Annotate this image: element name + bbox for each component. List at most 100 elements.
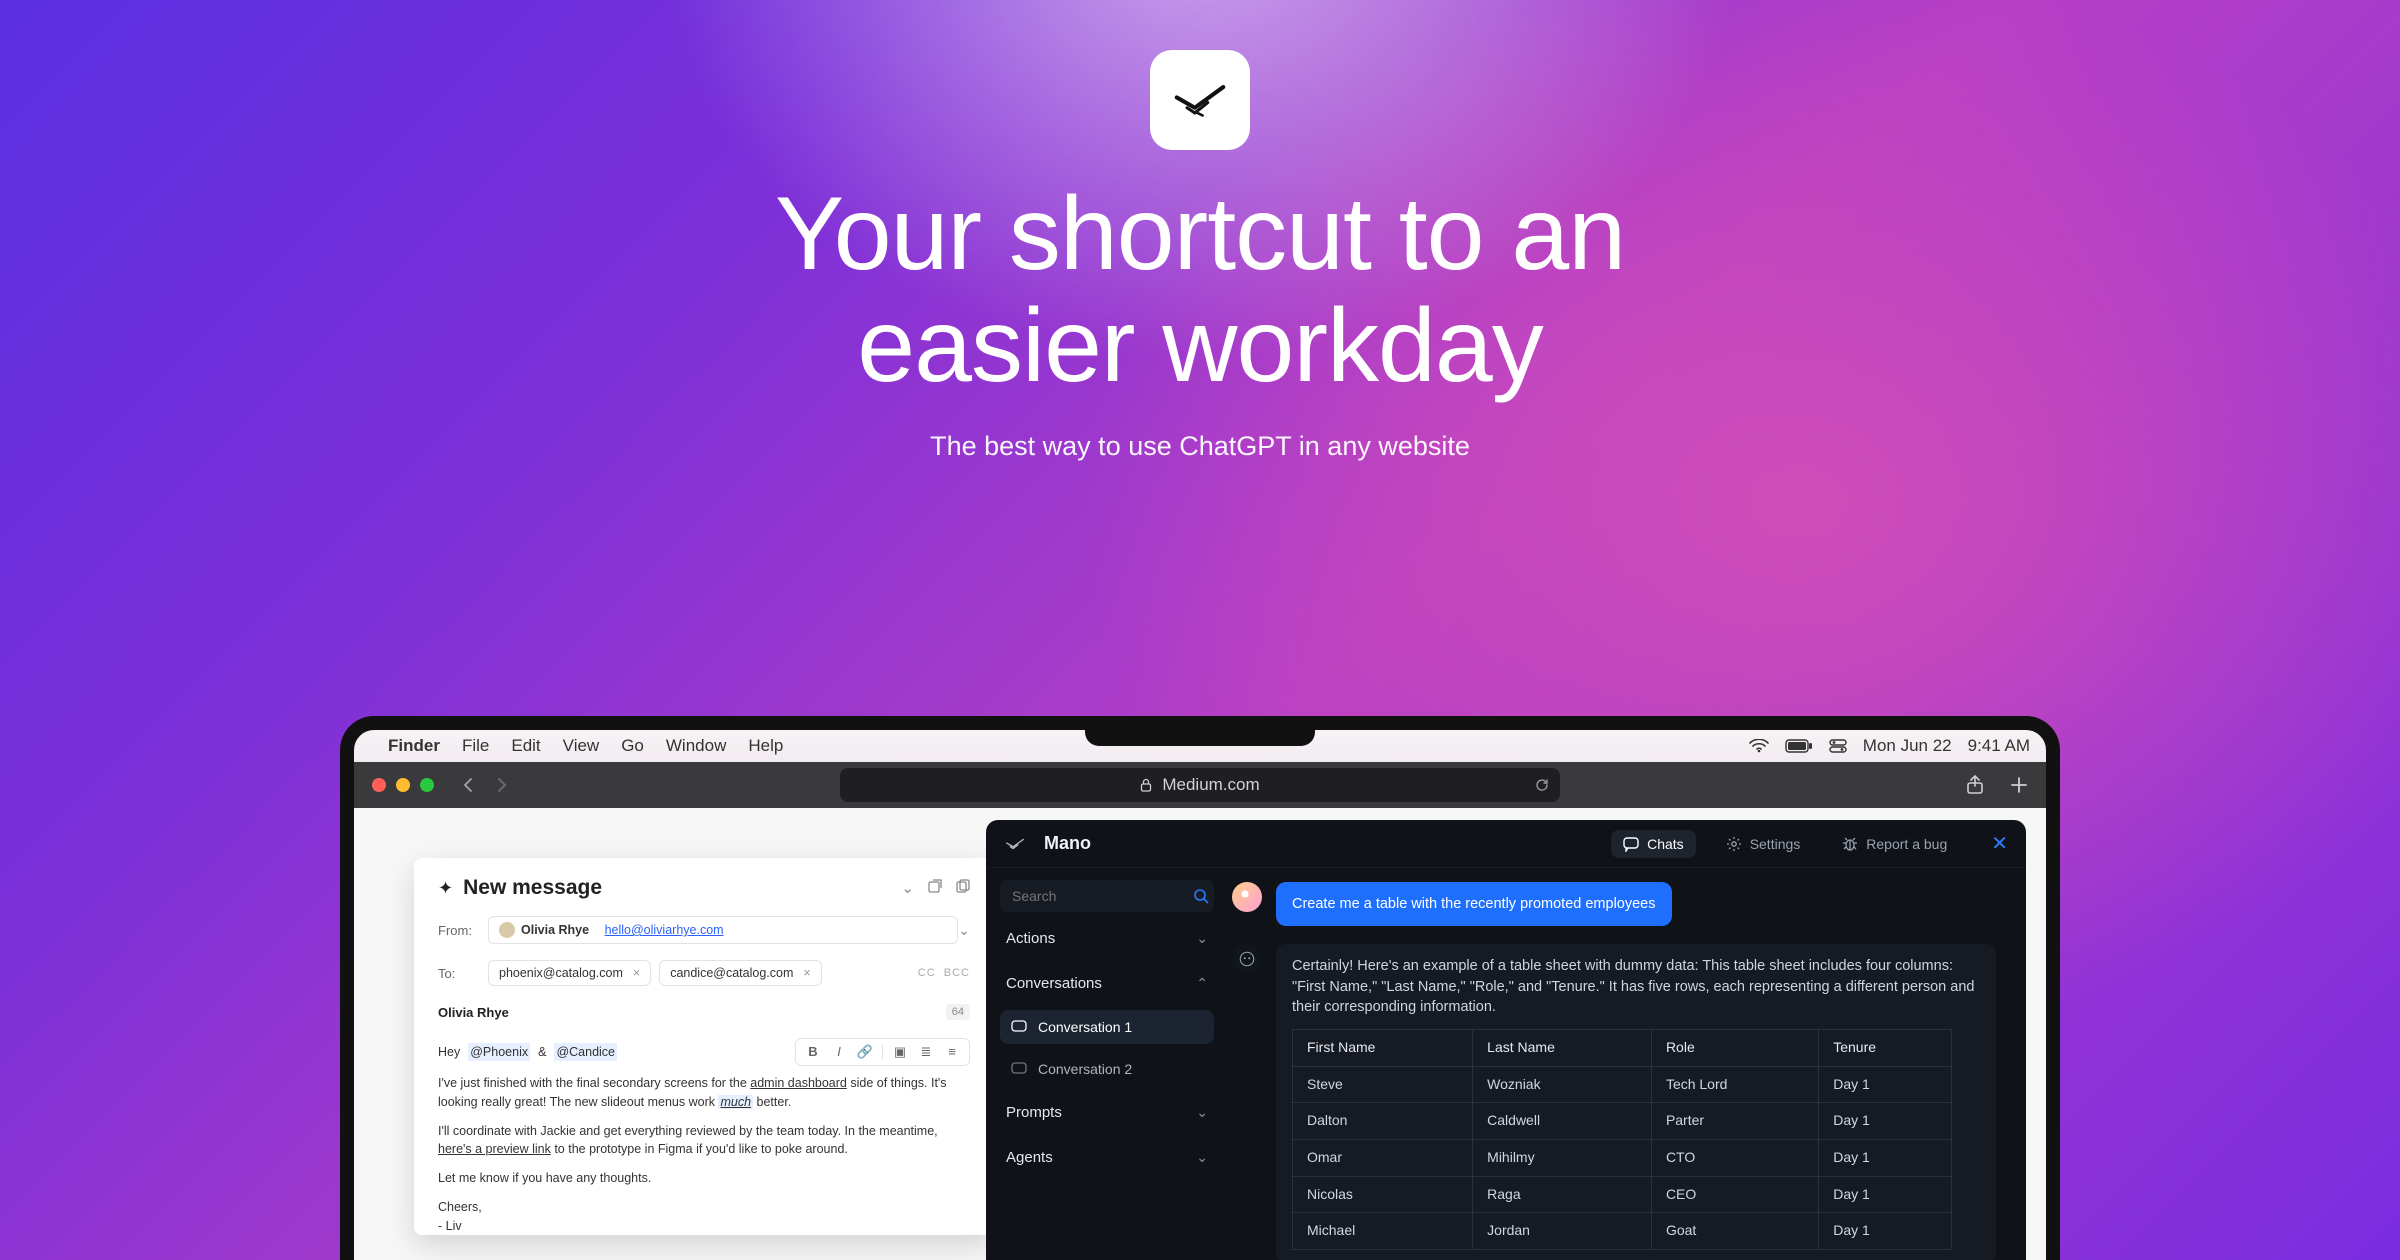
table-row: MichaelJordanGoatDay 1 [1293, 1213, 1952, 1250]
message-bubble: Create me a table with the recently prom… [1276, 882, 1672, 926]
tab-chats[interactable]: Chats [1611, 830, 1696, 858]
bullet-list-icon[interactable]: ≣ [917, 1043, 935, 1061]
menubar-go[interactable]: Go [621, 736, 644, 756]
url-bar[interactable]: Medium.com [840, 768, 1560, 802]
menubar-edit[interactable]: Edit [511, 736, 540, 756]
italic-icon[interactable]: I [830, 1043, 848, 1061]
forward-button[interactable] [492, 775, 512, 795]
browser-toolbar: Medium.com [354, 762, 2046, 808]
compose-body[interactable]: Hey @Phoenix & @Candice B I 🔗 ▣ ≣ [438, 1038, 970, 1235]
number-list-icon[interactable]: ≡ [943, 1043, 961, 1061]
table-cell: Dalton [1293, 1103, 1473, 1140]
menubar-file[interactable]: File [462, 736, 489, 756]
menubar-app[interactable]: Finder [388, 736, 440, 756]
remove-icon[interactable]: × [803, 966, 810, 980]
chat-thread: Create me a table with the recently prom… [1224, 868, 2026, 1260]
table-cell: Parter [1651, 1103, 1818, 1140]
chevron-down-icon[interactable]: ⌄ [901, 879, 914, 897]
battery-icon[interactable] [1785, 739, 1813, 753]
chevron-up-icon: ⌃ [1196, 975, 1208, 992]
to-label: To: [438, 966, 488, 981]
section-actions[interactable]: Actions⌄ [1000, 920, 1214, 957]
app-logo [1150, 50, 1250, 150]
gear-icon [1726, 836, 1742, 852]
compose-card: ✦ New message ⌄ From: [414, 858, 994, 1235]
bcc-button[interactable]: BCC [944, 967, 970, 979]
bot-message: Certainly! Here's an example of a table … [1232, 944, 2008, 1260]
employees-table: First Name Last Name Role Tenure SteveWo… [1292, 1029, 1952, 1250]
share-icon[interactable] [1966, 775, 1984, 795]
image-icon[interactable]: ▣ [891, 1043, 909, 1061]
menubar-help[interactable]: Help [748, 736, 783, 756]
conversation-item-2[interactable]: Conversation 2 [1000, 1052, 1214, 1086]
table-cell: Raga [1473, 1176, 1652, 1213]
back-button[interactable] [458, 775, 478, 795]
search-input[interactable] [1000, 880, 1214, 912]
copy-icon[interactable] [956, 879, 970, 897]
wifi-icon[interactable] [1749, 739, 1769, 753]
th-tenure: Tenure [1819, 1030, 1952, 1067]
table-cell: Jordan [1473, 1213, 1652, 1250]
bot-avatar [1232, 944, 1262, 974]
url-text: Medium.com [1162, 775, 1259, 795]
minimize-window-icon[interactable] [396, 778, 410, 792]
table-cell: Nicolas [1293, 1176, 1473, 1213]
mano-panel: Mano Chats Settings [986, 820, 2026, 1260]
bug-icon [1842, 836, 1858, 852]
sparkle-icon: ✦ [438, 878, 453, 899]
table-row: SteveWozniakTech LordDay 1 [1293, 1066, 1952, 1103]
section-conversations[interactable]: Conversations⌃ [1000, 965, 1214, 1002]
user-message: Create me a table with the recently prom… [1232, 882, 2008, 926]
th-last: Last Name [1473, 1030, 1652, 1067]
chat-icon [1010, 1060, 1028, 1078]
from-dropdown-icon[interactable]: ⌄ [958, 922, 970, 939]
subject-text[interactable]: Olivia Rhye [438, 1005, 509, 1020]
format-toolbar: B I 🔗 ▣ ≣ ≡ [795, 1038, 970, 1066]
popout-icon[interactable] [928, 879, 942, 897]
to-chip-1[interactable]: phoenix@catalog.com× [488, 960, 651, 986]
search-field[interactable] [1012, 888, 1193, 904]
cc-button[interactable]: CC [918, 967, 936, 979]
inline-link[interactable]: here's a preview link [438, 1142, 551, 1156]
chat-icon [1623, 836, 1639, 852]
th-role: Role [1651, 1030, 1818, 1067]
section-prompts[interactable]: Prompts⌄ [1000, 1094, 1214, 1131]
tab-settings[interactable]: Settings [1714, 830, 1813, 858]
table-cell: Omar [1293, 1139, 1473, 1176]
close-window-icon[interactable] [372, 778, 386, 792]
new-tab-icon[interactable] [2010, 776, 2028, 794]
link-icon[interactable]: 🔗 [856, 1043, 874, 1061]
menubar-date[interactable]: Mon Jun 22 [1863, 736, 1952, 756]
chevron-down-icon: ⌄ [1196, 930, 1208, 947]
search-icon[interactable] [1193, 888, 1209, 904]
char-count: 64 [946, 1004, 970, 1020]
message-bubble: Certainly! Here's an example of a table … [1276, 944, 1996, 1260]
to-chip-2[interactable]: candice@catalog.com× [659, 960, 821, 986]
from-chip[interactable]: Olivia Rhye hello@oliviarhye.com [488, 916, 958, 944]
table-cell: Tech Lord [1651, 1066, 1818, 1103]
zoom-window-icon[interactable] [420, 778, 434, 792]
menubar-window[interactable]: Window [666, 736, 726, 756]
inline-link[interactable]: admin dashboard [750, 1076, 847, 1090]
from-label: From: [438, 923, 488, 938]
window-controls[interactable] [372, 778, 434, 792]
table-cell: CTO [1651, 1139, 1818, 1176]
chat-icon [1010, 1018, 1028, 1036]
table-cell: Mihilmy [1473, 1139, 1652, 1176]
chevron-down-icon: ⌄ [1196, 1104, 1208, 1121]
refresh-icon[interactable] [1534, 777, 1550, 793]
conversation-item-1[interactable]: Conversation 1 [1000, 1010, 1214, 1044]
remove-icon[interactable]: × [633, 966, 640, 980]
mention[interactable]: @Phoenix [468, 1043, 530, 1062]
mention[interactable]: @Candice [554, 1043, 617, 1062]
table-cell: Goat [1651, 1213, 1818, 1250]
section-agents[interactable]: Agents⌄ [1000, 1139, 1214, 1176]
bold-icon[interactable]: B [804, 1043, 822, 1061]
chevron-down-icon: ⌄ [1196, 1149, 1208, 1166]
menubar-time[interactable]: 9:41 AM [1968, 736, 2030, 756]
control-center-icon[interactable] [1829, 739, 1847, 753]
close-icon[interactable]: ✕ [1991, 831, 2008, 856]
menubar-view[interactable]: View [563, 736, 600, 756]
tab-report-bug[interactable]: Report a bug [1830, 830, 1959, 858]
hero-title: Your shortcut to aneasier workday [775, 178, 1625, 403]
